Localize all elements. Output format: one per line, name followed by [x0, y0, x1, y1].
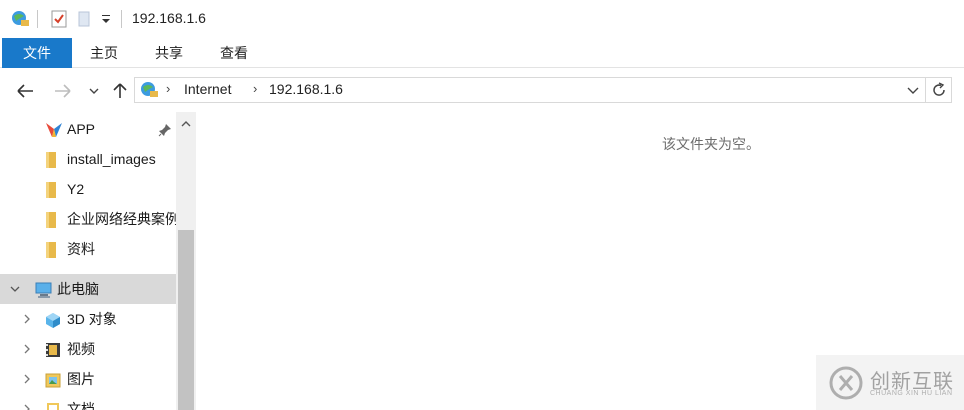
quick-access-dropdown-icon[interactable]: [100, 12, 112, 29]
title-bar: 192.168.1.6: [0, 0, 964, 38]
breadcrumb-current[interactable]: 192.168.1.6: [269, 81, 343, 97]
documents-icon: [44, 401, 62, 410]
refresh-icon: [933, 82, 945, 96]
folder-icon: [44, 181, 58, 202]
watermark: 创新互联 CHUANG XIN HU LIAN: [816, 355, 964, 410]
tab-share[interactable]: 共享: [145, 38, 193, 68]
nav-item-install-images[interactable]: install_images: [0, 144, 176, 174]
nav-item-pictures[interactable]: 图片: [0, 364, 176, 394]
scroll-thumb[interactable]: [178, 230, 194, 410]
title-separator: [121, 10, 122, 28]
forward-arrow-icon: [55, 84, 71, 98]
video-icon: [44, 341, 62, 362]
window-title: 192.168.1.6: [132, 10, 206, 26]
properties-check-icon[interactable]: [50, 9, 68, 32]
new-folder-icon[interactable]: [78, 9, 92, 32]
up-arrow-icon: [113, 83, 127, 98]
folder-icon: [44, 211, 58, 232]
tab-view[interactable]: 查看: [210, 38, 258, 68]
folder-icon: [44, 241, 58, 262]
address-bar[interactable]: › Internet › 192.168.1.6: [134, 77, 952, 103]
pictures-icon: [44, 371, 62, 392]
refresh-button[interactable]: [925, 78, 951, 102]
back-arrow-icon: [17, 84, 33, 98]
chevron-right-icon[interactable]: [20, 342, 34, 359]
back-button[interactable]: [14, 81, 36, 101]
computer-icon: [34, 281, 54, 302]
nav-item-app[interactable]: APP: [0, 114, 176, 144]
breadcrumb-separator-icon[interactable]: ›: [166, 81, 170, 96]
chevron-down-icon: [89, 88, 99, 94]
tab-home[interactable]: 主页: [80, 38, 128, 68]
address-row: › Internet › 192.168.1.6: [0, 69, 964, 111]
chevron-up-icon: [181, 121, 191, 127]
recent-locations-button[interactable]: [86, 81, 102, 101]
nav-item-y2[interactable]: Y2: [0, 174, 176, 204]
nav-pane-scrollbar[interactable]: [176, 112, 196, 410]
network-location-icon: [139, 80, 159, 103]
address-dropdown-button[interactable]: [905, 82, 921, 98]
navigation-pane: APP install_images Y2 企业网络经典案例 资料 此电脑 3D…: [0, 112, 196, 410]
breadcrumb-internet[interactable]: Internet: [184, 81, 231, 97]
ribbon-tabs: 文件 主页 共享 查看: [0, 38, 964, 68]
network-location-icon[interactable]: [10, 9, 30, 32]
pin-icon[interactable]: [158, 123, 172, 140]
nav-item-this-pc[interactable]: 此电脑: [0, 274, 176, 304]
chevron-down-icon: [907, 87, 919, 94]
up-button[interactable]: [110, 81, 132, 101]
nav-item-3d-objects[interactable]: 3D 对象: [0, 304, 176, 334]
empty-folder-message: 该文件夹为空。: [662, 136, 760, 152]
app-icon: [44, 121, 64, 142]
chevron-down-icon[interactable]: [8, 282, 22, 299]
nav-item-documents[interactable]: 文档: [0, 394, 176, 410]
title-separator: [37, 10, 38, 28]
watermark-logo-icon: [828, 365, 864, 404]
forward-button[interactable]: [52, 81, 74, 101]
folder-icon: [44, 151, 58, 172]
nav-item-materials[interactable]: 资料: [0, 234, 176, 264]
tab-file[interactable]: 文件: [2, 38, 72, 68]
3d-objects-icon: [44, 311, 62, 332]
chevron-right-icon[interactable]: [20, 312, 34, 329]
chevron-right-icon[interactable]: [20, 372, 34, 389]
chevron-right-icon[interactable]: [20, 402, 34, 410]
scroll-up-button[interactable]: [176, 112, 196, 136]
nav-item-videos[interactable]: 视频: [0, 334, 176, 364]
breadcrumb-separator-icon[interactable]: ›: [253, 81, 257, 96]
watermark-subtext: CHUANG XIN HU LIAN: [870, 390, 953, 397]
nav-item-network-cases[interactable]: 企业网络经典案例: [0, 204, 176, 234]
